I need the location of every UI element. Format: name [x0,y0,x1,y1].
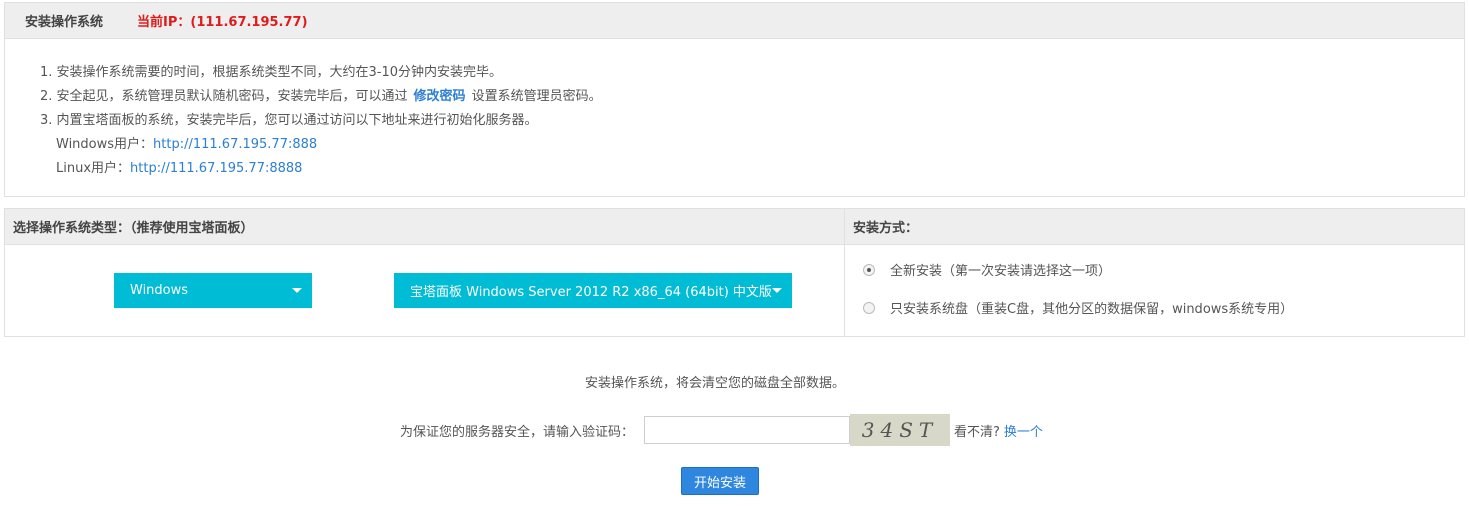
install-mode-header: 安装方式： [845,209,1464,245]
radio-unchecked-icon[interactable] [863,301,875,314]
chevron-down-icon [292,288,302,293]
captcha-row: 为保证您的服务器安全，请输入验证码： 34ST 看不清? 换一个 [400,414,1043,446]
data-loss-warning: 安装操作系统，将会清空您的磁盘全部数据。 [584,376,845,391]
captcha-image[interactable]: 34ST [850,414,951,446]
radio-system-disk-label: 只安装系统盘（重装C盘，其他分区的数据保留，windows系统专用） [890,302,1294,317]
windows-label: Windows用户： [56,137,154,152]
install-notes: 1. 安装操作系统需要的时间，根据系统类型不同，大约在3-10分钟内安装完毕。 … [5,39,1464,181]
note-2-suffix: 设置系统管理员密码。 [471,89,602,104]
install-mode-title: 安装方式： [853,221,919,236]
note-3: 3. 内置宝塔面板的系统，安装完毕后，您可以通过访问以下地址来进行初始化服务器。 [40,113,538,128]
captcha-image-text: 34ST [861,418,939,442]
chevron-down-icon [772,288,782,293]
os-type-title: 选择操作系统类型：（推荐使用宝塔面板） [13,221,254,236]
os-image-value: 宝塔面板 Windows Server 2012 R2 x86_64 (64bi… [410,285,772,300]
windows-panel-address: Windows用户：http://111.67.195.77:888 [40,133,1464,157]
os-type-column: 选择操作系统类型：（推荐使用宝塔面板） Windows 宝塔面板 Windows… [5,209,845,336]
os-image-dropdown[interactable]: 宝塔面板 Windows Server 2012 R2 x86_64 (64bi… [394,273,792,308]
install-info-panel: 安装操作系统 当前IP：(111.67.195.77) 1. 安装操作系统需要的… [4,2,1465,197]
install-mode-column: 安装方式： 全新安装（第一次安装请选择这一项） 只安装系统盘（重装C盘，其他分区… [845,209,1464,336]
radio-checked-icon[interactable] [863,263,875,276]
info-panel-header: 安装操作系统 当前IP：(111.67.195.77) [5,3,1464,39]
linux-label: Linux用户： [56,161,131,176]
change-password-link[interactable]: 修改密码 [414,89,466,104]
note-1: 1. 安装操作系统需要的时间，根据系统类型不同，大约在3-10分钟内安装完毕。 [40,65,503,80]
radio-full-install[interactable]: 全新安装（第一次安装请选择这一项） [863,260,1111,279]
start-install-button[interactable]: 开始安装 [681,467,759,495]
radio-system-disk-only[interactable]: 只安装系统盘（重装C盘，其他分区的数据保留，windows系统专用） [863,298,1293,317]
captcha-unclear-text: 看不清? [954,424,1000,440]
current-ip: 当前IP：(111.67.195.77) [137,15,308,30]
os-type-header: 选择操作系统类型：（推荐使用宝塔面板） [5,209,844,245]
note-2: 2. 安全起见，系统管理员默认随机密码，安装完毕后，可以通过 修改密码 设置系统管理… [40,85,1464,109]
windows-panel-link[interactable]: http://111.67.195.77:888 [153,137,317,152]
captcha-refresh-link[interactable]: 换一个 [1004,421,1043,440]
radio-full-install-label: 全新安装（第一次安装请选择这一项） [890,264,1112,279]
note-2-text: 2. 安全起见，系统管理员默认随机密码，安装完毕后，可以通过 [40,89,408,104]
captcha-label: 为保证您的服务器安全，请输入验证码： [400,424,635,440]
os-selection-panel: 选择操作系统类型：（推荐使用宝塔面板） Windows 宝塔面板 Windows… [4,208,1465,337]
panel-title: 安装操作系统 [25,15,104,30]
linux-panel-address: Linux用户：http://111.67.195.77:8888 [40,157,1464,181]
os-type-dropdown[interactable]: Windows [114,273,312,308]
captcha-input[interactable] [644,416,851,444]
linux-panel-link[interactable]: http://111.67.195.77:8888 [130,161,302,176]
os-type-value: Windows [130,283,189,298]
